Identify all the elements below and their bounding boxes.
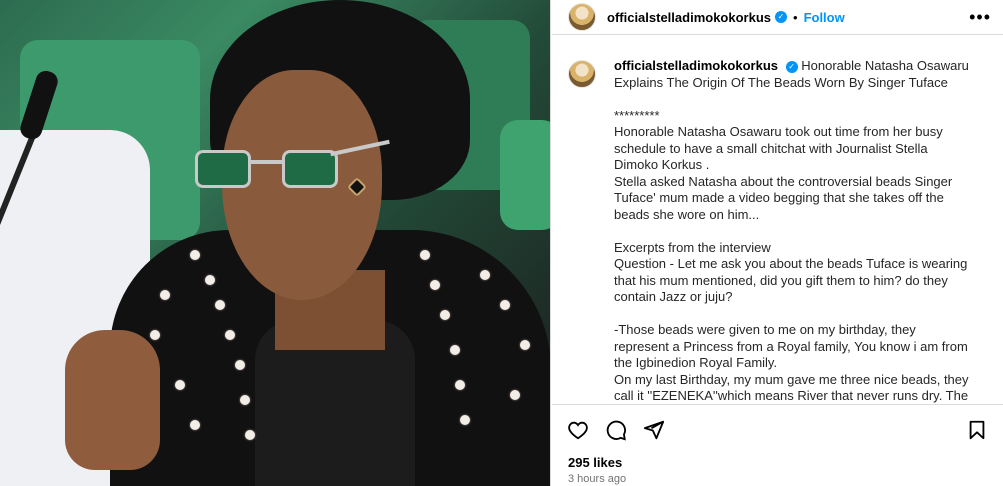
caption-line: Stella asked Natasha about the controver… [614,173,953,222]
caption-username[interactable]: officialstelladimokokorkus [614,58,778,73]
caption-line: Excerpts from the interview [614,239,771,255]
post-header: officialstelladimokokorkus ✓ • Follow ••… [552,0,1003,35]
header-username[interactable]: officialstelladimokokorkus [607,10,771,25]
caption-line: Question - Let me ask you about the bead… [614,256,968,304]
jacket-pearl [235,360,245,370]
jacket-pearl [520,340,530,350]
jacket-pearl [420,250,430,260]
caption-line: Honorable Natasha Osawaru took out time … [614,124,943,172]
jacket-pearl [240,395,250,405]
heart-icon[interactable] [566,418,590,442]
jacket-pearl [190,420,200,430]
caption-line: On my last Birthday, my mum gave me thre… [614,371,969,404]
caption-line: -Those beads were given to me on my birt… [614,322,968,370]
jacket-pearl [190,250,200,260]
jacket-pearl [160,290,170,300]
more-options-icon[interactable]: ••• [969,7,991,28]
separator-dot: • [793,9,798,25]
sunglasses-lens-left [195,150,251,188]
post-image[interactable] [0,0,551,486]
caption-line: ********* [614,107,660,123]
caption-avatar[interactable] [568,60,596,88]
action-bar [552,404,1003,454]
jacket-pearl [450,345,460,355]
jacket-pearl [205,275,215,285]
jacket-pearl [460,415,470,425]
jacket-pearl [500,300,510,310]
jacket-pearl [430,280,440,290]
comment-icon[interactable] [604,418,628,442]
post-timestamp[interactable]: 3 hours ago [568,473,626,485]
sunglasses-bridge [250,160,284,164]
jacket-pearl [245,430,255,440]
avatar[interactable] [568,3,596,31]
jacket-pearl [175,380,185,390]
jacket-pearl [225,330,235,340]
bookmark-icon[interactable] [965,418,989,442]
verified-badge-icon: ✓ [785,60,798,73]
post-panel: officialstelladimokokorkus ✓ • Follow ••… [552,0,1003,486]
sunglasses-lens-right [282,150,338,188]
jacket-pearl [215,300,225,310]
likes-count[interactable]: 295 likes [568,455,622,470]
jacket-pearl [455,380,465,390]
caption-text: officialstelladimokokorkus ✓ Honorable N… [614,58,974,404]
jacket-pearl [510,390,520,400]
share-icon[interactable] [642,418,666,442]
green-chair [500,120,550,230]
jacket-pearl [440,310,450,320]
jacket-pearl [480,270,490,280]
follow-button[interactable]: Follow [804,10,845,25]
jacket-pearl [150,330,160,340]
caption-section[interactable]: officialstelladimokokorkus ✓ Honorable N… [552,46,1003,404]
verified-badge-icon: ✓ [775,11,787,23]
